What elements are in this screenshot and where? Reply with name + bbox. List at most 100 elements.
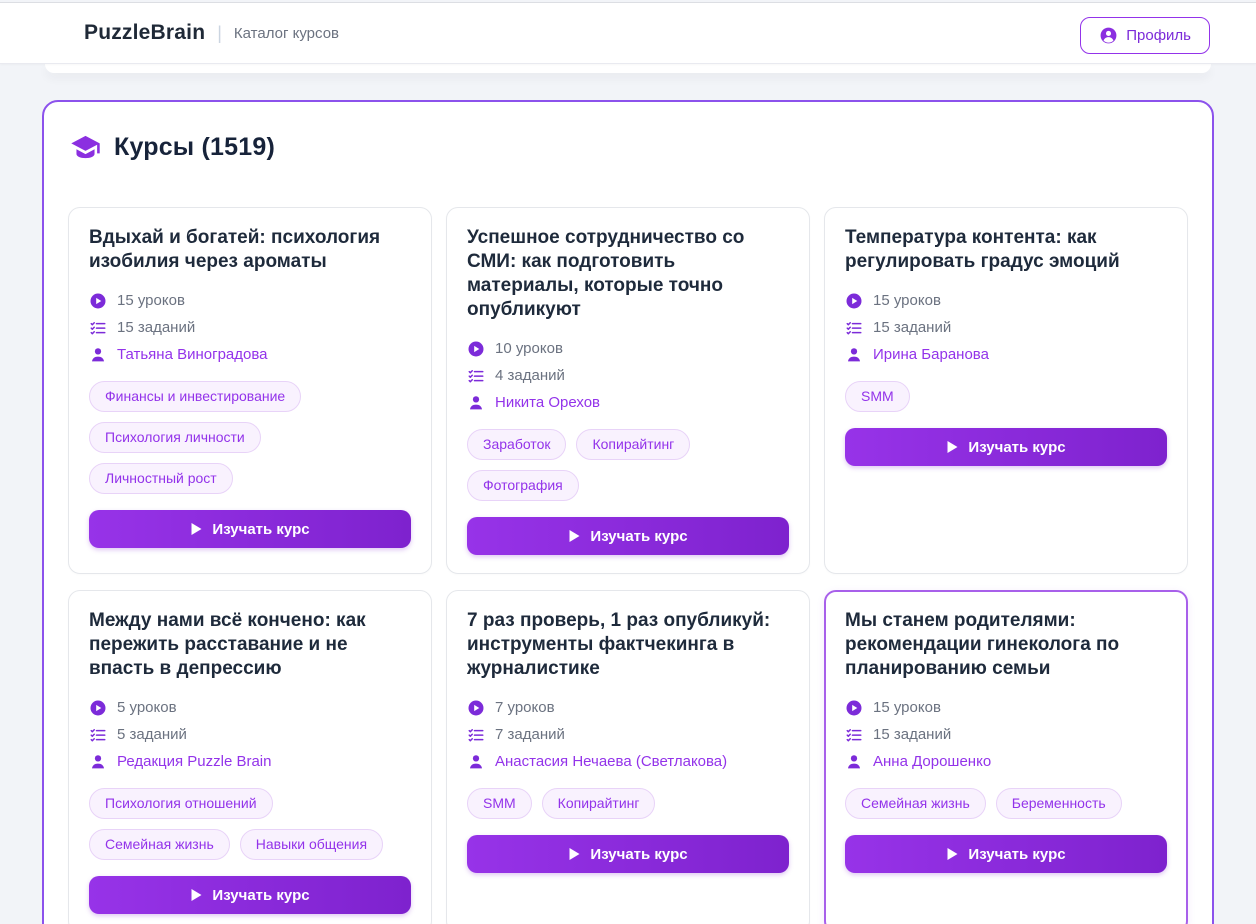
checklist-icon	[845, 319, 863, 337]
play-circle-icon	[845, 699, 863, 717]
tag-pill: Личностный рост	[89, 463, 233, 494]
tag-list: SMM	[845, 381, 1167, 412]
brand-logo-text: PuzzleBrain	[84, 21, 205, 45]
tasks-row: 15 заданий	[845, 721, 1167, 748]
tag-pill: Беременность	[996, 788, 1122, 819]
course-title: Между нами всё кончено: как пережить рас…	[89, 609, 411, 681]
author-name: Никита Орехов	[495, 394, 600, 411]
course-card[interactable]: Успешное сотрудничество со СМИ: как подг…	[446, 207, 810, 574]
play-icon	[190, 888, 203, 902]
lessons-count: 15 уроков	[873, 699, 941, 716]
tag-pill: Психология отношений	[89, 788, 273, 819]
tasks-count: 5 заданий	[117, 726, 187, 743]
tag-pill: Копирайтинг	[576, 429, 690, 460]
checklist-icon	[89, 726, 107, 744]
author-name: Ирина Баранова	[873, 346, 989, 363]
tag-list: Финансы и инвестирование Психология лично…	[89, 381, 411, 494]
tag-pill: Финансы и инвестирование	[89, 381, 301, 412]
tasks-count: 4 заданий	[495, 367, 565, 384]
lessons-count: 15 уроков	[117, 292, 185, 309]
lessons-count: 15 уроков	[873, 292, 941, 309]
course-card[interactable]: Мы станем родителями: рекомендации гинек…	[824, 590, 1188, 924]
app-header: PuzzleBrain | Каталог курсов Профиль	[0, 3, 1256, 64]
tag-list: SMM Копирайтинг	[467, 788, 789, 819]
profile-button[interactable]: Профиль	[1080, 17, 1210, 54]
study-course-button-label: Изучать курс	[968, 439, 1065, 456]
author-name: Анастасия Нечаева (Светлакова)	[495, 753, 727, 770]
checklist-icon	[845, 726, 863, 744]
checklist-icon	[467, 367, 485, 385]
breadcrumb: Каталог курсов	[234, 25, 339, 42]
author-row: Анна Дорошенко	[845, 748, 1167, 775]
play-icon	[190, 522, 203, 536]
courses-panel: Курсы (1519) Вдыхай и богатей: психологи…	[42, 100, 1214, 924]
tag-pill: Копирайтинг	[542, 788, 656, 819]
study-course-button-label: Изучать курс	[212, 521, 309, 538]
play-icon	[568, 529, 581, 543]
tasks-row: 4 заданий	[467, 362, 789, 389]
study-course-button[interactable]: Изучать курс	[845, 835, 1167, 873]
tasks-row: 7 заданий	[467, 721, 789, 748]
lessons-row: 15 уроков	[845, 287, 1167, 314]
play-icon	[568, 847, 581, 861]
tag-pill: Заработок	[467, 429, 566, 460]
tag-pill: Семейная жизнь	[89, 829, 230, 860]
author-name: Татьяна Виноградова	[117, 346, 268, 363]
study-course-button[interactable]: Изучать курс	[89, 876, 411, 914]
study-course-button-label: Изучать курс	[968, 846, 1065, 863]
scrolled-panel-remnant	[45, 64, 1211, 73]
tasks-count: 15 заданий	[873, 726, 951, 743]
study-course-button[interactable]: Изучать курс	[89, 510, 411, 548]
play-circle-icon	[89, 699, 107, 717]
person-icon	[89, 346, 107, 364]
course-title: Вдыхай и богатей: психология изобилия че…	[89, 226, 411, 274]
study-course-button[interactable]: Изучать курс	[845, 428, 1167, 466]
tasks-count: 7 заданий	[495, 726, 565, 743]
course-card[interactable]: Вдыхай и богатей: психология изобилия че…	[68, 207, 432, 574]
play-icon	[946, 847, 959, 861]
tag-pill: SMM	[845, 381, 910, 412]
tasks-row: 15 заданий	[89, 314, 411, 341]
lessons-count: 7 уроков	[495, 699, 555, 716]
tasks-count: 15 заданий	[117, 319, 195, 336]
course-card[interactable]: Между нами всё кончено: как пережить рас…	[68, 590, 432, 924]
course-title: Мы станем родителями: рекомендации гинек…	[845, 609, 1167, 681]
tag-pill: Фотография	[467, 470, 579, 501]
tasks-row: 15 заданий	[845, 314, 1167, 341]
author-row: Ирина Баранова	[845, 341, 1167, 368]
play-circle-icon	[89, 292, 107, 310]
course-title: 7 раз проверь, 1 раз опубликуй: инструме…	[467, 609, 789, 681]
tag-pill: Психология личности	[89, 422, 261, 453]
profile-button-label: Профиль	[1126, 27, 1191, 44]
course-grid: Вдыхай и богатей: психология изобилия че…	[68, 207, 1188, 924]
graduation-cap-icon	[70, 132, 101, 163]
course-card[interactable]: Температура контента: как регулировать г…	[824, 207, 1188, 574]
lessons-row: 5 уроков	[89, 694, 411, 721]
checklist-icon	[467, 726, 485, 744]
person-icon	[467, 394, 485, 412]
author-name: Редакция Puzzle Brain	[117, 753, 271, 770]
tag-pill: SMM	[467, 788, 532, 819]
tag-pill: Семейная жизнь	[845, 788, 986, 819]
play-circle-icon	[845, 292, 863, 310]
panel-heading: Курсы (1519)	[70, 132, 1186, 163]
tag-list: Заработок Копирайтинг Фотография	[467, 429, 789, 501]
person-icon	[845, 346, 863, 364]
lessons-row: 15 уроков	[845, 694, 1167, 721]
play-circle-icon	[467, 340, 485, 358]
course-title: Успешное сотрудничество со СМИ: как подг…	[467, 226, 789, 322]
tasks-row: 5 заданий	[89, 721, 411, 748]
study-course-button[interactable]: Изучать курс	[467, 835, 789, 873]
study-course-button[interactable]: Изучать курс	[467, 517, 789, 555]
brand-group: PuzzleBrain | Каталог курсов	[84, 21, 339, 45]
lessons-count: 5 уроков	[117, 699, 177, 716]
tag-pill: Навыки общения	[240, 829, 383, 860]
play-icon	[946, 440, 959, 454]
person-icon	[467, 753, 485, 771]
author-row: Никита Орехов	[467, 389, 789, 416]
study-course-button-label: Изучать курс	[212, 887, 309, 904]
study-course-button-label: Изучать курс	[590, 528, 687, 545]
course-card[interactable]: 7 раз проверь, 1 раз опубликуй: инструме…	[446, 590, 810, 924]
user-circle-icon	[1099, 26, 1118, 45]
checklist-icon	[89, 319, 107, 337]
